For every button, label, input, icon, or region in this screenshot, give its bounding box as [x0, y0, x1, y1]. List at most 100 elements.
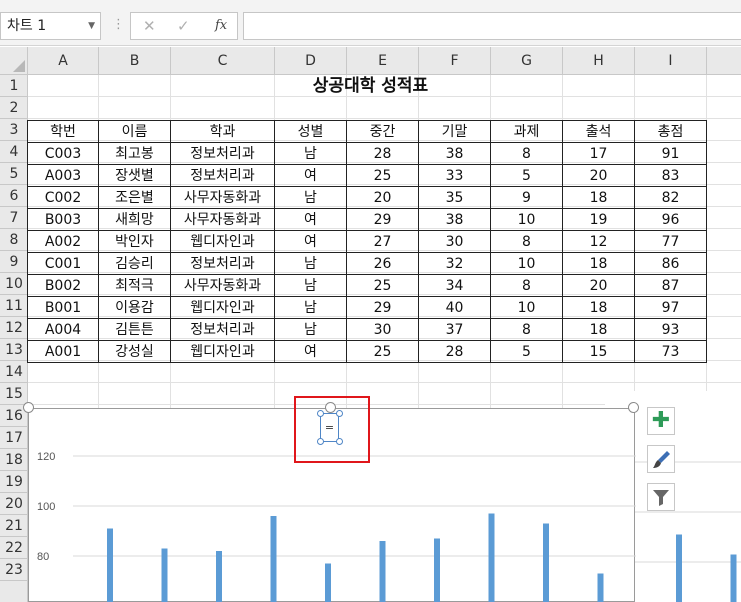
table-cell[interactable]: 여 — [274, 340, 347, 363]
table-cell[interactable]: 10 — [490, 208, 563, 231]
chart-styles-button[interactable] — [647, 445, 675, 473]
table-cell[interactable]: 38 — [418, 208, 491, 231]
sheet-title[interactable]: 상공대학 성적표 — [0, 75, 741, 97]
table-cell[interactable]: 기말 — [418, 120, 491, 143]
table-header-row[interactable]: 학번 이름 학과 성별 중간 기말 과제 출석 총점 — [27, 120, 707, 143]
table-cell[interactable]: 정보처리과 — [170, 318, 275, 341]
table-cell[interactable]: 30 — [346, 318, 419, 341]
chart-filters-button[interactable] — [647, 483, 675, 511]
table-cell[interactable]: 20 — [346, 186, 419, 209]
table-cell[interactable]: 8 — [490, 142, 563, 165]
table-row[interactable]: C002 조은별 사무자동화과 남 20 35 9 18 82 — [27, 186, 707, 209]
column-header[interactable]: A — [28, 47, 99, 75]
row-header[interactable]: 7 — [0, 207, 28, 229]
table-cell[interactable]: 18 — [562, 186, 635, 209]
table-cell[interactable]: 이름 — [98, 120, 171, 143]
table-cell[interactable]: 중간 — [346, 120, 419, 143]
table-cell[interactable]: 정보처리과 — [170, 142, 275, 165]
table-cell[interactable]: 33 — [418, 164, 491, 187]
table-cell[interactable]: 29 — [346, 296, 419, 319]
enter-icon[interactable]: ✓ — [177, 13, 190, 39]
table-cell[interactable]: A004 — [27, 318, 99, 341]
row-header[interactable]: 18 — [0, 449, 28, 471]
table-cell[interactable]: C002 — [27, 186, 99, 209]
table-cell[interactable]: 웹디자인과 — [170, 296, 275, 319]
table-cell[interactable]: 18 — [562, 296, 635, 319]
table-cell[interactable]: 20 — [562, 274, 635, 297]
table-cell[interactable]: 최고봉 — [98, 142, 171, 165]
chart-title[interactable]: = — [320, 413, 339, 442]
row-header[interactable]: 20 — [0, 493, 28, 515]
table-cell[interactable]: 과제 — [490, 120, 563, 143]
table-cell[interactable]: 정보처리과 — [170, 252, 275, 275]
table-cell[interactable]: 최적극 — [98, 274, 171, 297]
table-cell[interactable]: 9 — [490, 186, 563, 209]
table-cell[interactable]: 남 — [274, 274, 347, 297]
table-cell[interactable]: 여 — [274, 164, 347, 187]
table-cell[interactable]: 박인자 — [98, 230, 171, 253]
table-cell[interactable]: 19 — [562, 208, 635, 231]
table-cell[interactable]: 강성실 — [98, 340, 171, 363]
table-cell[interactable]: 남 — [274, 318, 347, 341]
chart-bar[interactable] — [730, 554, 737, 602]
table-cell[interactable]: 사무자동화과 — [170, 274, 275, 297]
table-cell[interactable]: 28 — [418, 340, 491, 363]
column-header[interactable]: I — [635, 47, 707, 75]
table-cell[interactable]: 조은별 — [98, 186, 171, 209]
row-header[interactable]: 11 — [0, 295, 28, 317]
table-cell[interactable]: 출석 — [562, 120, 635, 143]
name-box[interactable]: 차트 1 ▼ — [0, 12, 101, 40]
chevron-down-icon[interactable]: ▼ — [88, 13, 95, 39]
row-header[interactable]: 8 — [0, 229, 28, 251]
table-row[interactable]: B001 이용감 웹디자인과 남 29 40 10 18 97 — [27, 296, 707, 319]
table-cell[interactable]: 성별 — [274, 120, 347, 143]
table-cell[interactable]: 73 — [634, 340, 707, 363]
row-header[interactable]: 4 — [0, 141, 28, 163]
chart-bar[interactable] — [543, 523, 549, 602]
chart-bar[interactable] — [434, 538, 440, 602]
row-header[interactable]: 23 — [0, 559, 28, 581]
table-cell[interactable]: 새희망 — [98, 208, 171, 231]
row-header[interactable]: 2 — [0, 97, 28, 119]
table-cell[interactable]: 32 — [418, 252, 491, 275]
table-cell[interactable]: 사무자동화과 — [170, 186, 275, 209]
resize-handle-top-left[interactable] — [23, 402, 34, 413]
table-cell[interactable]: C001 — [27, 252, 99, 275]
table-cell[interactable]: A002 — [27, 230, 99, 253]
chart-elements-button[interactable]: ✚ — [647, 407, 675, 435]
table-cell[interactable]: 96 — [634, 208, 707, 231]
table-cell[interactable]: 웹디자인과 — [170, 230, 275, 253]
row-header[interactable]: 6 — [0, 185, 28, 207]
table-cell[interactable]: 93 — [634, 318, 707, 341]
row-header[interactable]: 21 — [0, 515, 28, 537]
table-cell[interactable]: B001 — [27, 296, 99, 319]
score-table[interactable]: 학번 이름 학과 성별 중간 기말 과제 출석 총점 C003 최고봉 정보처리과 남 28 38 8 17 91… — [27, 120, 707, 363]
table-cell[interactable]: 26 — [346, 252, 419, 275]
table-cell[interactable]: 김승리 — [98, 252, 171, 275]
row-header[interactable]: 19 — [0, 471, 28, 493]
table-cell[interactable]: B002 — [27, 274, 99, 297]
table-cell[interactable]: 학번 — [27, 120, 99, 143]
row-header[interactable]: 10 — [0, 273, 28, 295]
table-cell[interactable]: 8 — [490, 230, 563, 253]
table-row[interactable]: B002 최적극 사무자동화과 남 25 34 8 20 87 — [27, 274, 707, 297]
table-cell[interactable]: 김튼튼 — [98, 318, 171, 341]
table-row[interactable]: A001 강성실 웹디자인과 여 25 28 5 15 73 — [27, 340, 707, 363]
title-handle[interactable] — [317, 438, 324, 445]
table-cell[interactable]: 28 — [346, 142, 419, 165]
column-header[interactable]: E — [347, 47, 419, 75]
table-cell[interactable]: 25 — [346, 164, 419, 187]
chart-bar[interactable] — [161, 548, 168, 602]
chart-bar[interactable] — [379, 541, 386, 602]
table-cell[interactable]: 15 — [562, 340, 635, 363]
table-cell[interactable]: 97 — [634, 296, 707, 319]
column-header[interactable]: F — [419, 47, 491, 75]
row-header[interactable]: 17 — [0, 427, 28, 449]
table-cell[interactable]: 남 — [274, 252, 347, 275]
column-header[interactable]: G — [491, 47, 563, 75]
table-cell[interactable]: 87 — [634, 274, 707, 297]
row-header[interactable]: 13 — [0, 339, 28, 361]
table-cell[interactable]: 남 — [274, 142, 347, 165]
row-header[interactable]: 22 — [0, 537, 28, 559]
table-cell[interactable]: C003 — [27, 142, 99, 165]
